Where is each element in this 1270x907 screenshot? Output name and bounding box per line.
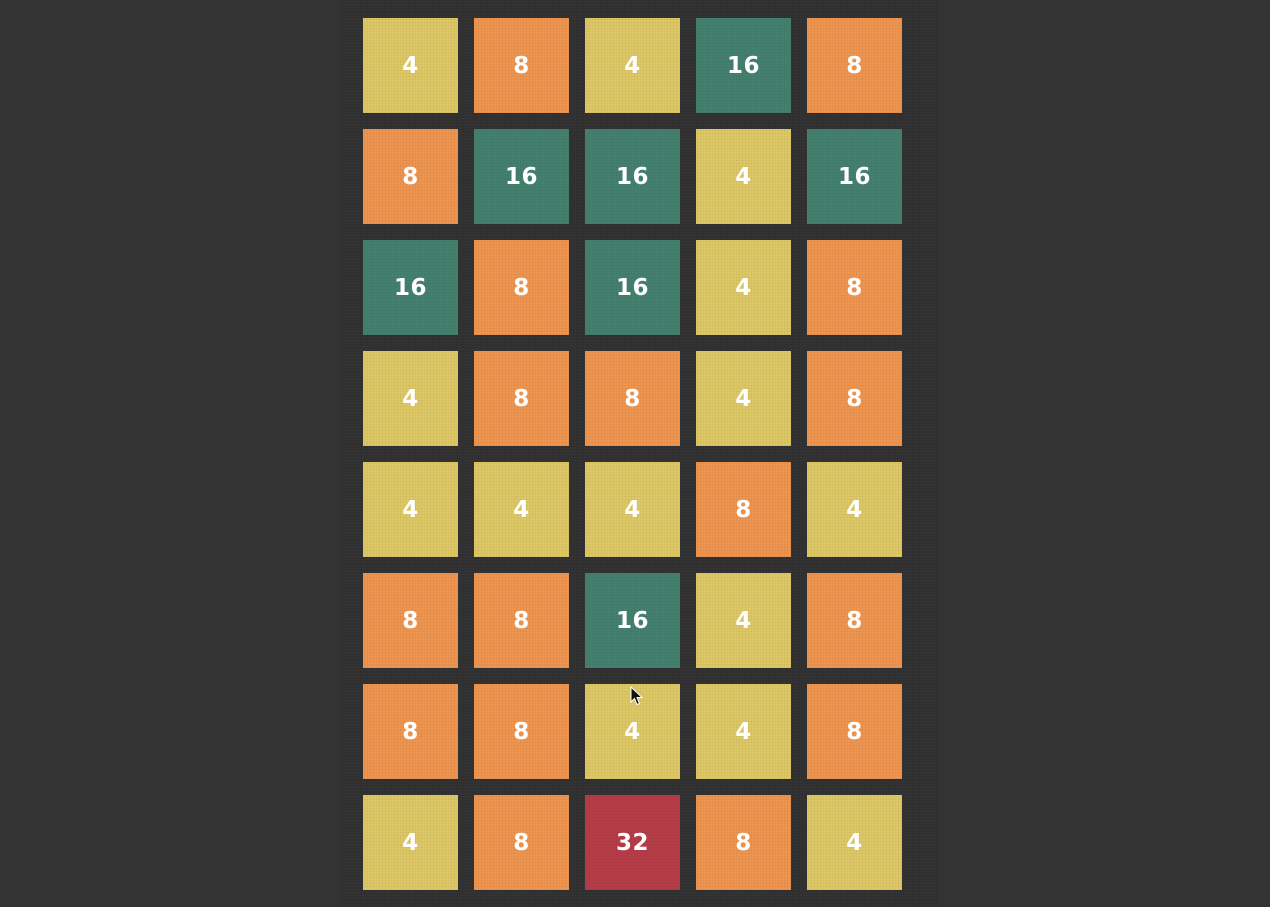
- tile[interactable]: 8: [474, 18, 569, 113]
- tile[interactable]: 4: [585, 18, 680, 113]
- tile[interactable]: 8: [474, 573, 569, 668]
- tile[interactable]: 8: [363, 684, 458, 779]
- tile[interactable]: 16: [807, 129, 902, 224]
- tile[interactable]: 8: [807, 573, 902, 668]
- tile[interactable]: 4: [363, 795, 458, 890]
- tile[interactable]: 16: [474, 129, 569, 224]
- tile[interactable]: 8: [585, 351, 680, 446]
- tile[interactable]: 8: [363, 129, 458, 224]
- tile[interactable]: 4: [363, 18, 458, 113]
- tile[interactable]: 16: [585, 240, 680, 335]
- tile[interactable]: 8: [474, 351, 569, 446]
- tile[interactable]: 16: [585, 129, 680, 224]
- tile[interactable]: 8: [474, 795, 569, 890]
- tile[interactable]: 16: [696, 18, 791, 113]
- tile[interactable]: 32: [585, 795, 680, 890]
- tile[interactable]: 4: [363, 462, 458, 557]
- tile[interactable]: 4: [696, 351, 791, 446]
- game-screen: 4 8 4 16 8 8 16 16 4 16 16 8 16 4 8 4 8 8 4 8 4 4 4 8 4 8 8 16 4 8 8 8 4…: [0, 0, 1270, 907]
- tile-grid: 4 8 4 16 8 8 16 16 4 16 16 8 16 4 8 4 8 8 4 8 4 4 4 8 4 8 8 16 4 8 8 8 4…: [363, 18, 902, 890]
- tile[interactable]: 8: [474, 240, 569, 335]
- tile[interactable]: 8: [807, 240, 902, 335]
- tile[interactable]: 8: [807, 18, 902, 113]
- tile[interactable]: 4: [696, 573, 791, 668]
- tile[interactable]: 4: [696, 684, 791, 779]
- tile[interactable]: 4: [474, 462, 569, 557]
- tile[interactable]: 4: [807, 462, 902, 557]
- tile[interactable]: 4: [696, 240, 791, 335]
- tile[interactable]: 4: [696, 129, 791, 224]
- tile[interactable]: 16: [363, 240, 458, 335]
- tile[interactable]: 8: [696, 795, 791, 890]
- tile[interactable]: 8: [363, 573, 458, 668]
- tile[interactable]: 8: [807, 684, 902, 779]
- tile[interactable]: 4: [585, 462, 680, 557]
- tile[interactable]: 8: [474, 684, 569, 779]
- tile[interactable]: 4: [363, 351, 458, 446]
- tile[interactable]: 16: [585, 573, 680, 668]
- tile[interactable]: 8: [696, 462, 791, 557]
- tile[interactable]: 4: [585, 684, 680, 779]
- game-board: 4 8 4 16 8 8 16 16 4 16 16 8 16 4 8 4 8 8 4 8 4 4 4 8 4 8 8 16 4 8 8 8 4…: [340, 0, 938, 907]
- tile[interactable]: 8: [807, 351, 902, 446]
- tile[interactable]: 4: [807, 795, 902, 890]
